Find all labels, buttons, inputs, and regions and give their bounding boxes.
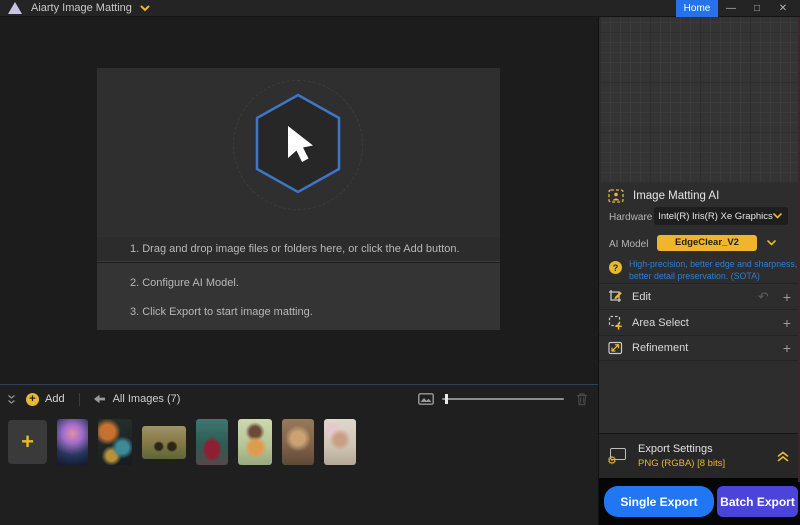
hardware-select[interactable]: Intel(R) Iris(R) Xe Graphics [654, 207, 788, 225]
slider-handle[interactable] [445, 394, 448, 404]
image-matting-ai-header: Image Matting AI [599, 185, 800, 207]
ai-model-value: EdgeClear_V2 [657, 234, 757, 251]
thumbnail-woman-brown-flowers[interactable] [282, 419, 314, 465]
section-area-select[interactable]: Area Select + [599, 309, 800, 335]
edit-crop-icon [609, 290, 622, 302]
add-plus-icon: + [26, 392, 39, 406]
all-images-filter[interactable]: All Images (7) [93, 393, 180, 405]
preview-grid-area[interactable] [600, 17, 799, 183]
hardware-value: Intel(R) Iris(R) Xe Graphics [658, 210, 773, 222]
hardware-label: Hardware [609, 212, 653, 223]
chevron-down-icon [767, 239, 776, 246]
expand-edit-button[interactable]: + [783, 289, 791, 305]
thumbnail-woman-white-blossoms[interactable] [324, 419, 356, 465]
section-edit[interactable]: Edit ↶ + [599, 283, 800, 309]
section-title: Image Matting AI [633, 190, 720, 202]
thumbnail-strip: + [8, 418, 356, 466]
instruction-steps-2-3: 2. Configure AI Model. 3. Click Export t… [97, 263, 500, 330]
app-menu-chevron-icon[interactable] [140, 5, 150, 12]
right-panel: Image Matting AI Hardware Intel(R) Iris(… [598, 17, 800, 525]
add-images-button[interactable]: + Add [26, 392, 65, 406]
collapse-panel-icon[interactable] [7, 394, 16, 405]
add-image-tile[interactable]: + [8, 420, 47, 464]
ai-model-label: AI Model [609, 239, 649, 250]
thumbnail-size-slider[interactable] [442, 394, 564, 404]
export-settings-texts: Export Settings PNG (RGBA) [8 bits] [638, 443, 777, 469]
area-select-icon [608, 315, 622, 330]
refinement-icon [608, 341, 623, 355]
export-settings-title: Export Settings [638, 443, 713, 455]
footer-panel: + Add All Images (7) + [0, 384, 598, 525]
chevron-down-icon [773, 213, 782, 219]
dropzone[interactable] [97, 68, 500, 237]
instruction-step-2: 2. Configure AI Model. [130, 277, 239, 289]
instruction-step-1: 1. Drag and drop image files or folders … [97, 237, 500, 262]
model-hint: ? High-precision, better edge and sharpn… [605, 257, 799, 282]
thumbnail-woman-orange-flowers[interactable] [238, 419, 272, 465]
thumbnail-dark-collage[interactable] [98, 419, 132, 465]
batch-export-button[interactable]: Batch Export [717, 486, 798, 517]
instruction-step-3: 3. Click Export to start image matting. [130, 306, 313, 318]
app-window: Aiarty Image Matting Home — □ ✕ 1. Drag … [0, 0, 800, 525]
close-button[interactable]: ✕ [770, 0, 796, 17]
app-title: Aiarty Image Matting [31, 2, 132, 14]
thumbnail-zoom-controls [418, 388, 588, 410]
undo-icon[interactable]: ↶ [758, 289, 769, 305]
gear-icon: ⚙ [607, 455, 617, 467]
image-matting-ai-icon [608, 189, 624, 203]
single-export-button[interactable]: Single Export [604, 486, 714, 517]
arrow-left-icon [93, 394, 105, 404]
expand-area-select-button[interactable]: + [783, 315, 791, 331]
double-chevron-up-icon[interactable] [777, 450, 789, 462]
minimize-button[interactable]: — [718, 0, 744, 17]
export-buttons: Single Export Batch Export [599, 478, 800, 525]
maximize-button[interactable]: □ [744, 0, 770, 17]
slider-track [442, 398, 564, 400]
home-button[interactable]: Home [676, 0, 718, 17]
app-logo-icon [8, 2, 22, 14]
image-size-icon [418, 393, 434, 405]
export-settings[interactable]: ⚙ Export Settings PNG (RGBA) [8 bits] [599, 433, 800, 478]
section-refinement[interactable]: Refinement + [599, 335, 800, 361]
trash-icon[interactable] [576, 392, 588, 406]
model-hint-text: High-precision, better edge and sharpnes… [629, 259, 798, 281]
toolbar-divider [78, 392, 80, 406]
drop-hexagon-cursor-icon [250, 90, 346, 198]
thumbnail-bicycle[interactable] [142, 425, 186, 459]
thumbnail-woman-red-dress[interactable] [196, 419, 228, 465]
main-canvas: 1. Drag and drop image files or folders … [0, 17, 598, 384]
expand-refinement-button[interactable]: + [783, 340, 791, 356]
titlebar: Aiarty Image Matting Home — □ ✕ [0, 0, 800, 17]
export-settings-icon: ⚙ [607, 448, 628, 467]
export-format-value: PNG (RGBA) [8 bits] [638, 458, 726, 469]
thumbnail-jellyfish[interactable] [57, 419, 88, 465]
question-icon: ? [609, 261, 622, 274]
ai-model-select[interactable]: EdgeClear_V2 [654, 233, 788, 252]
